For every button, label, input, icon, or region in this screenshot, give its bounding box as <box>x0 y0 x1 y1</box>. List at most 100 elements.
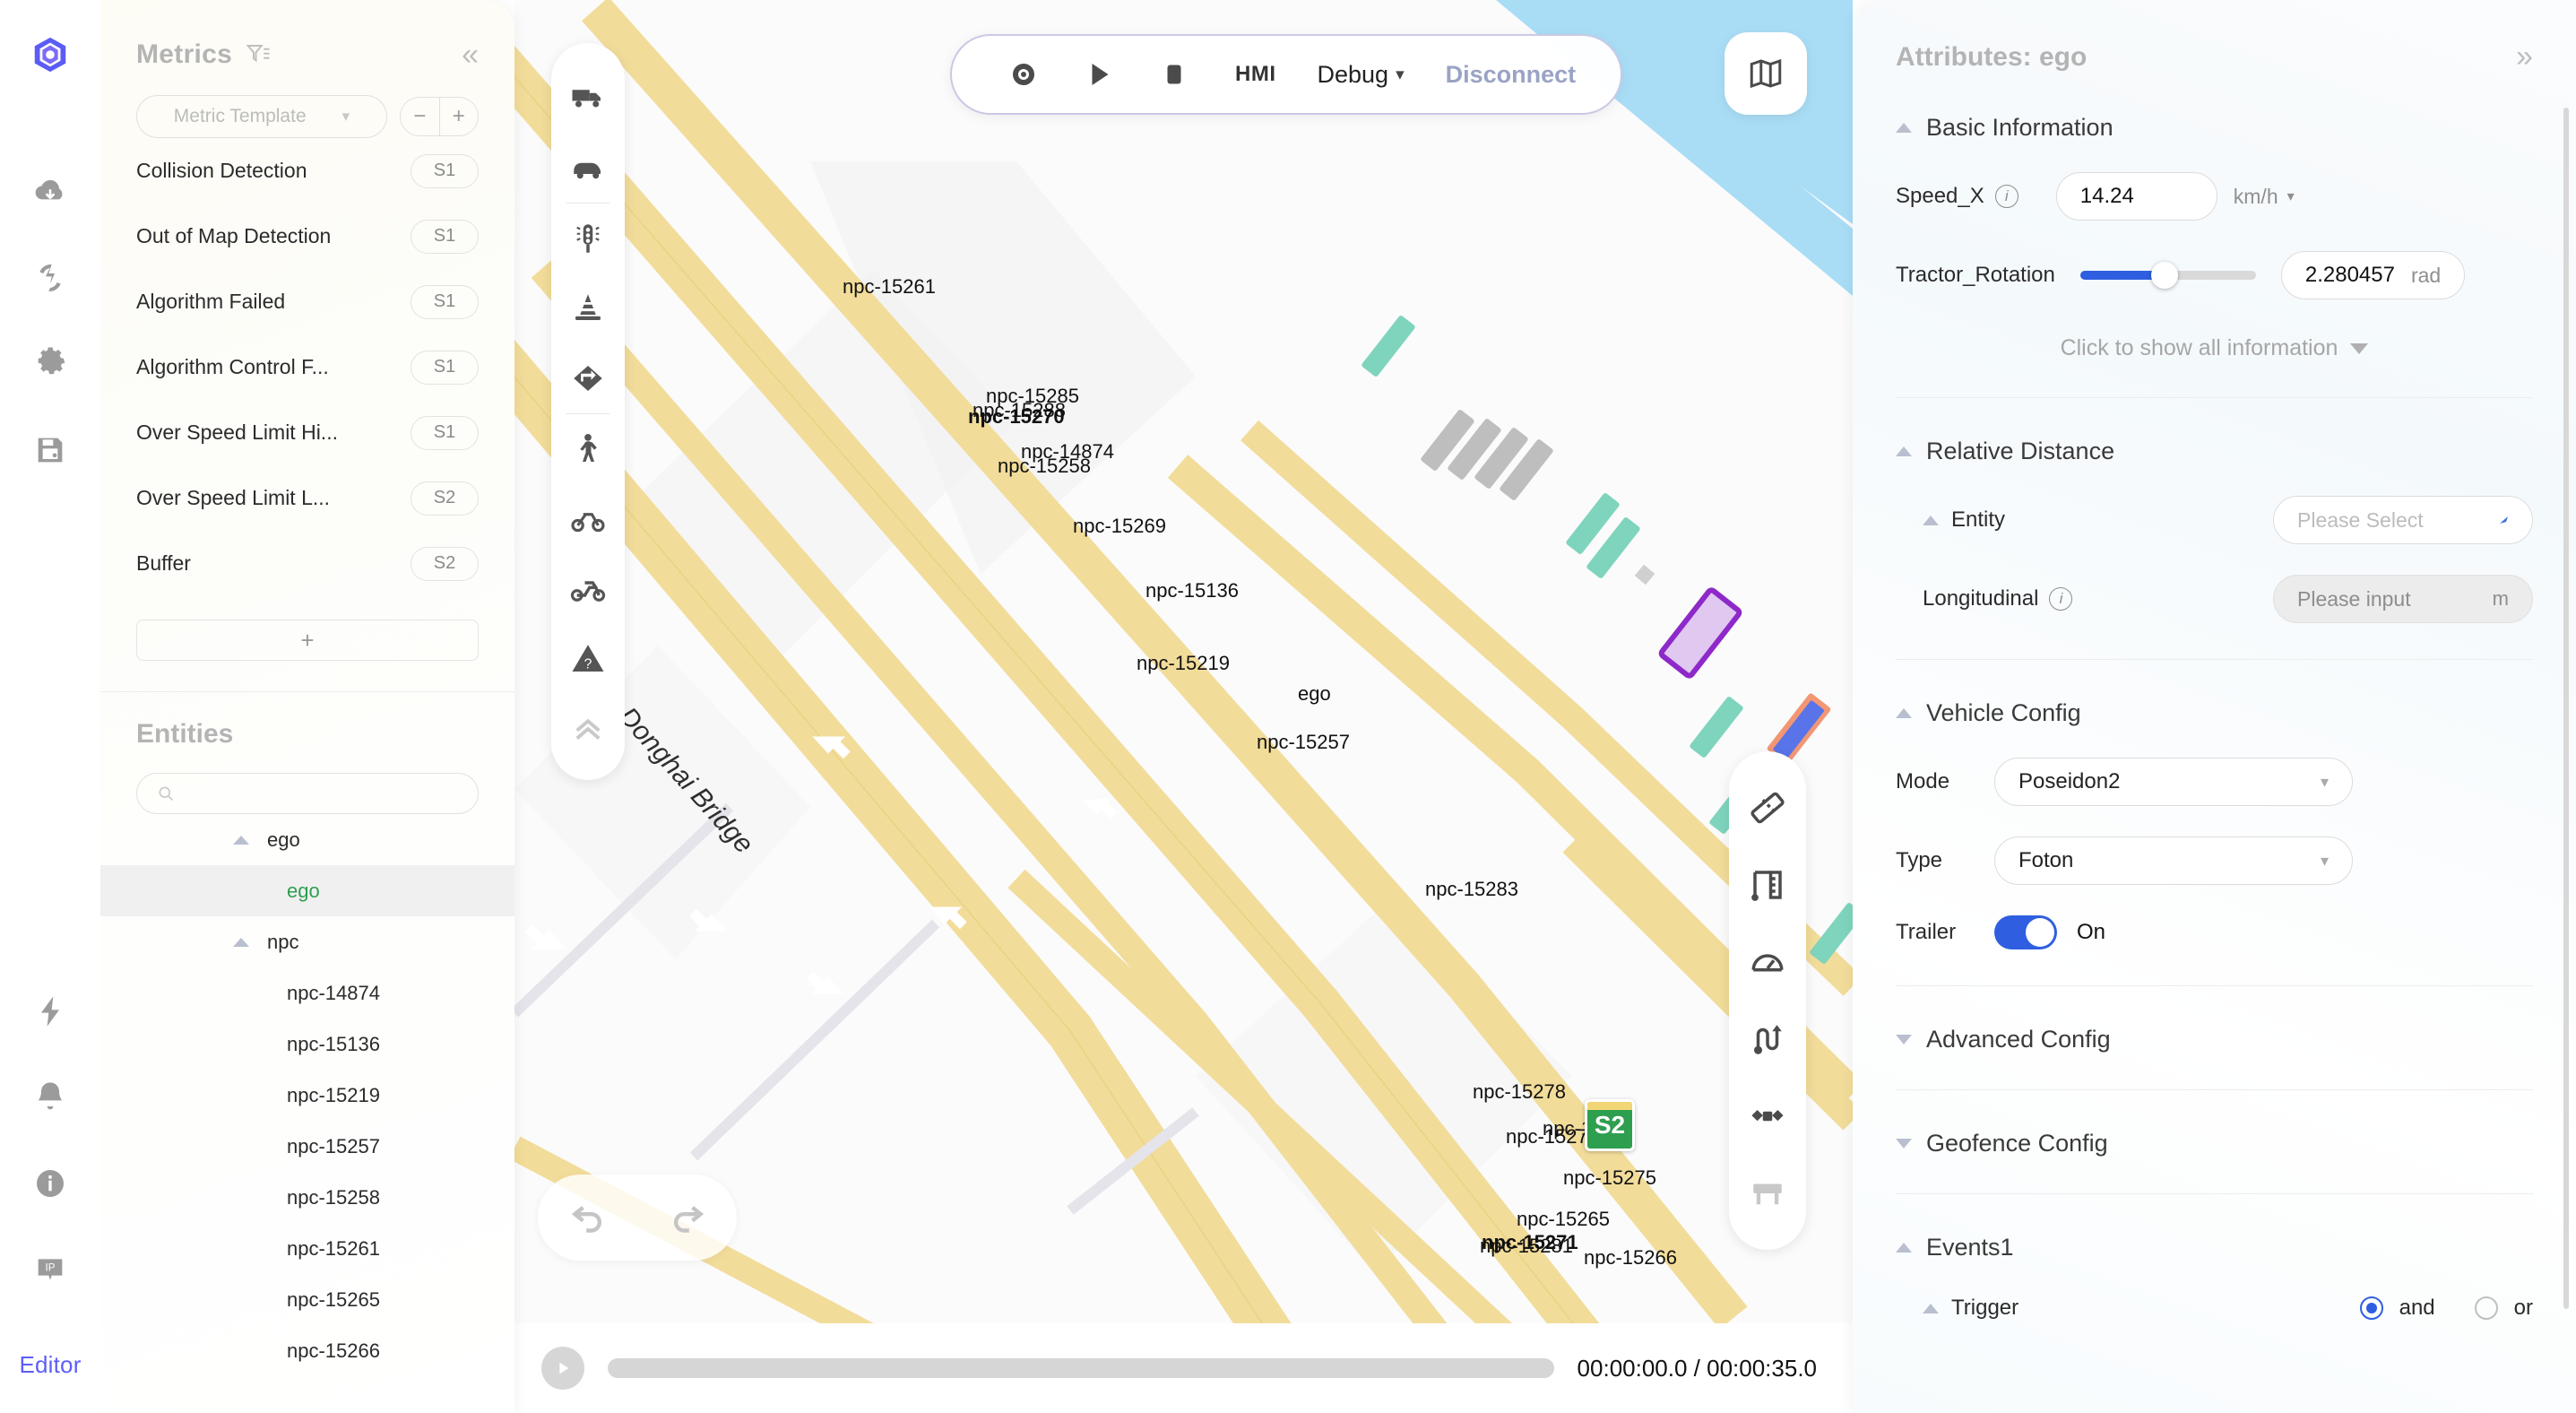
play-icon[interactable] <box>1061 58 1137 91</box>
section-basic-information[interactable]: Basic Information <box>1853 74 2576 142</box>
trigger-radio-or[interactable] <box>2474 1296 2498 1320</box>
bell-icon[interactable] <box>32 1079 68 1115</box>
timeline-play-button[interactable] <box>541 1347 584 1390</box>
mode-dropdown[interactable]: Debug ▾ <box>1318 61 1405 89</box>
speed-tool[interactable] <box>1735 923 1800 1001</box>
trailer-toggle[interactable] <box>1994 915 2057 949</box>
map-label-npc-15269: npc-15269 <box>1073 515 1166 537</box>
dimension-tool[interactable] <box>1735 846 1800 923</box>
section-advanced-config[interactable]: Advanced Config <box>1853 986 2576 1053</box>
right-panel-scrollbar[interactable] <box>2563 108 2569 1309</box>
section-vehicle-config[interactable]: Vehicle Config <box>1853 660 2576 727</box>
metric-severity-badge[interactable]: S1 <box>411 415 479 450</box>
entity-item-npc-15265[interactable]: npc-15265 <box>100 1274 514 1325</box>
gear-icon[interactable] <box>32 346 68 382</box>
metric-row[interactable]: Over Speed Limit L... S2 <box>100 465 514 531</box>
mode-select[interactable]: Poseidon2 ▾ <box>1994 758 2353 806</box>
type-select[interactable]: Foton ▾ <box>1994 837 2353 885</box>
metric-severity-badge[interactable]: S2 <box>411 481 479 516</box>
entity-group-ego[interactable]: ego <box>100 814 514 865</box>
eye-icon[interactable] <box>986 58 1061 91</box>
expand-tools[interactable] <box>558 694 618 764</box>
sign-tool[interactable] <box>558 343 618 413</box>
tractor-rotation-field[interactable]: 2.280457 rad <box>2280 251 2466 299</box>
collapse-right-panel-icon[interactable]: » <box>2516 39 2533 74</box>
section-events[interactable]: Events1 <box>1853 1194 2576 1261</box>
cone-tool[interactable] <box>558 273 618 343</box>
metric-severity-badge[interactable]: S1 <box>411 219 479 254</box>
pedestrian-tool[interactable] <box>558 414 618 484</box>
metric-row[interactable]: Buffer S2 <box>100 531 514 596</box>
metric-row[interactable]: Out of Map Detection S1 <box>100 204 514 269</box>
disconnect-button[interactable]: Disconnect <box>1446 61 1577 89</box>
metric-row[interactable]: Algorithm Control F... S1 <box>100 334 514 400</box>
truck-tool[interactable] <box>558 63 618 133</box>
stop-icon[interactable] <box>1137 58 1212 91</box>
obstacle-tool[interactable]: ? <box>558 624 618 694</box>
map-layers-button[interactable] <box>1725 32 1807 115</box>
metric-decrease-button[interactable]: − <box>401 98 440 135</box>
car-tool[interactable] <box>558 133 618 203</box>
section-geofence-config[interactable]: Geofence Config <box>1853 1090 2576 1157</box>
bicycle-tool[interactable] <box>558 484 618 554</box>
speed-x-unit-select[interactable]: km/h ▾ <box>2234 185 2295 209</box>
longitudinal-field[interactable]: Please input m <box>2273 575 2533 623</box>
info-circle-icon[interactable] <box>32 1166 68 1201</box>
entity-item-npc-15136[interactable]: npc-15136 <box>100 1019 514 1070</box>
metric-severity-badge[interactable]: S1 <box>411 284 479 319</box>
entity-group-npc[interactable]: npc <box>100 916 514 967</box>
metric-template-select[interactable]: Metric Template ▾ <box>136 95 387 138</box>
chevron-down-icon: ▾ <box>2320 851 2329 870</box>
timeline-scrubber[interactable] <box>608 1358 1554 1378</box>
satellite-tool[interactable] <box>1735 1078 1800 1155</box>
entity-item-npc-15257[interactable]: npc-15257 <box>100 1121 514 1172</box>
entity-item-npc-15266[interactable]: npc-15266 <box>100 1325 514 1376</box>
speed-x-field[interactable]: 14.24 <box>2055 172 2217 221</box>
entity-item-npc-14874[interactable]: npc-14874 <box>100 967 514 1019</box>
trigger-radio-and[interactable] <box>2359 1296 2383 1320</box>
show-all-information-button[interactable]: Click to show all information <box>1853 335 2576 361</box>
filter-icon[interactable] <box>245 41 272 68</box>
route-tool[interactable] <box>1735 1001 1800 1078</box>
entity-item-npc-15219[interactable]: npc-15219 <box>100 1070 514 1121</box>
tractor-rotation-slider[interactable] <box>2079 262 2256 289</box>
metric-row[interactable]: Collision Detection S1 <box>100 138 514 204</box>
measure-tool[interactable] <box>1735 769 1800 846</box>
metric-severity-badge[interactable]: S1 <box>411 350 479 385</box>
entity-search[interactable] <box>136 773 479 814</box>
ip-tag-icon[interactable]: IP <box>32 1252 68 1287</box>
traffic-light-tool[interactable] <box>558 204 618 273</box>
tractor-rotation-unit: rad <box>2410 263 2442 287</box>
collapse-left-panel-icon[interactable]: « <box>462 39 479 70</box>
chevron-down-icon: ▾ <box>2320 772 2329 791</box>
redo-button[interactable] <box>668 1196 707 1240</box>
metric-row[interactable]: Over Speed Limit Hi... S1 <box>100 400 514 465</box>
entity-item-npc-15258[interactable]: npc-15258 <box>100 1172 514 1223</box>
caret-up-icon[interactable] <box>1923 515 1939 525</box>
brand-logo-icon[interactable] <box>30 34 71 75</box>
route-shield-s2: S2 <box>1585 1099 1635 1151</box>
sync-icon[interactable] <box>32 260 68 296</box>
save-icon[interactable] <box>32 432 68 468</box>
entity-select[interactable]: Please Select <box>2273 496 2533 544</box>
add-metric-button[interactable]: + <box>136 620 479 661</box>
cloud-download-icon[interactable] <box>32 174 68 210</box>
barrier-tool[interactable] <box>1735 1155 1800 1232</box>
slider-knob[interactable] <box>2150 262 2178 289</box>
entity-item-npc-15261[interactable]: npc-15261 <box>100 1223 514 1274</box>
metric-increase-button[interactable]: + <box>440 98 479 135</box>
metric-severity-badge[interactable]: S2 <box>411 546 479 581</box>
lightning-icon[interactable] <box>32 993 68 1029</box>
info-icon[interactable]: i <box>1994 185 2018 208</box>
hmi-button[interactable]: HMI <box>1235 62 1276 87</box>
section-relative-distance[interactable]: Relative Distance <box>1853 398 2576 465</box>
motorcycle-tool[interactable] <box>558 554 618 624</box>
metric-row[interactable]: Algorithm Failed S1 <box>100 269 514 334</box>
metric-severity-badge[interactable]: S1 <box>411 153 479 188</box>
entity-item-ego[interactable]: ego <box>100 865 514 916</box>
caret-up-icon[interactable] <box>1923 1303 1939 1313</box>
undo-button[interactable] <box>568 1196 608 1240</box>
editor-label[interactable]: Editor <box>0 1351 100 1379</box>
info-icon[interactable]: i <box>2049 587 2073 611</box>
entity-search-input[interactable] <box>184 783 458 804</box>
